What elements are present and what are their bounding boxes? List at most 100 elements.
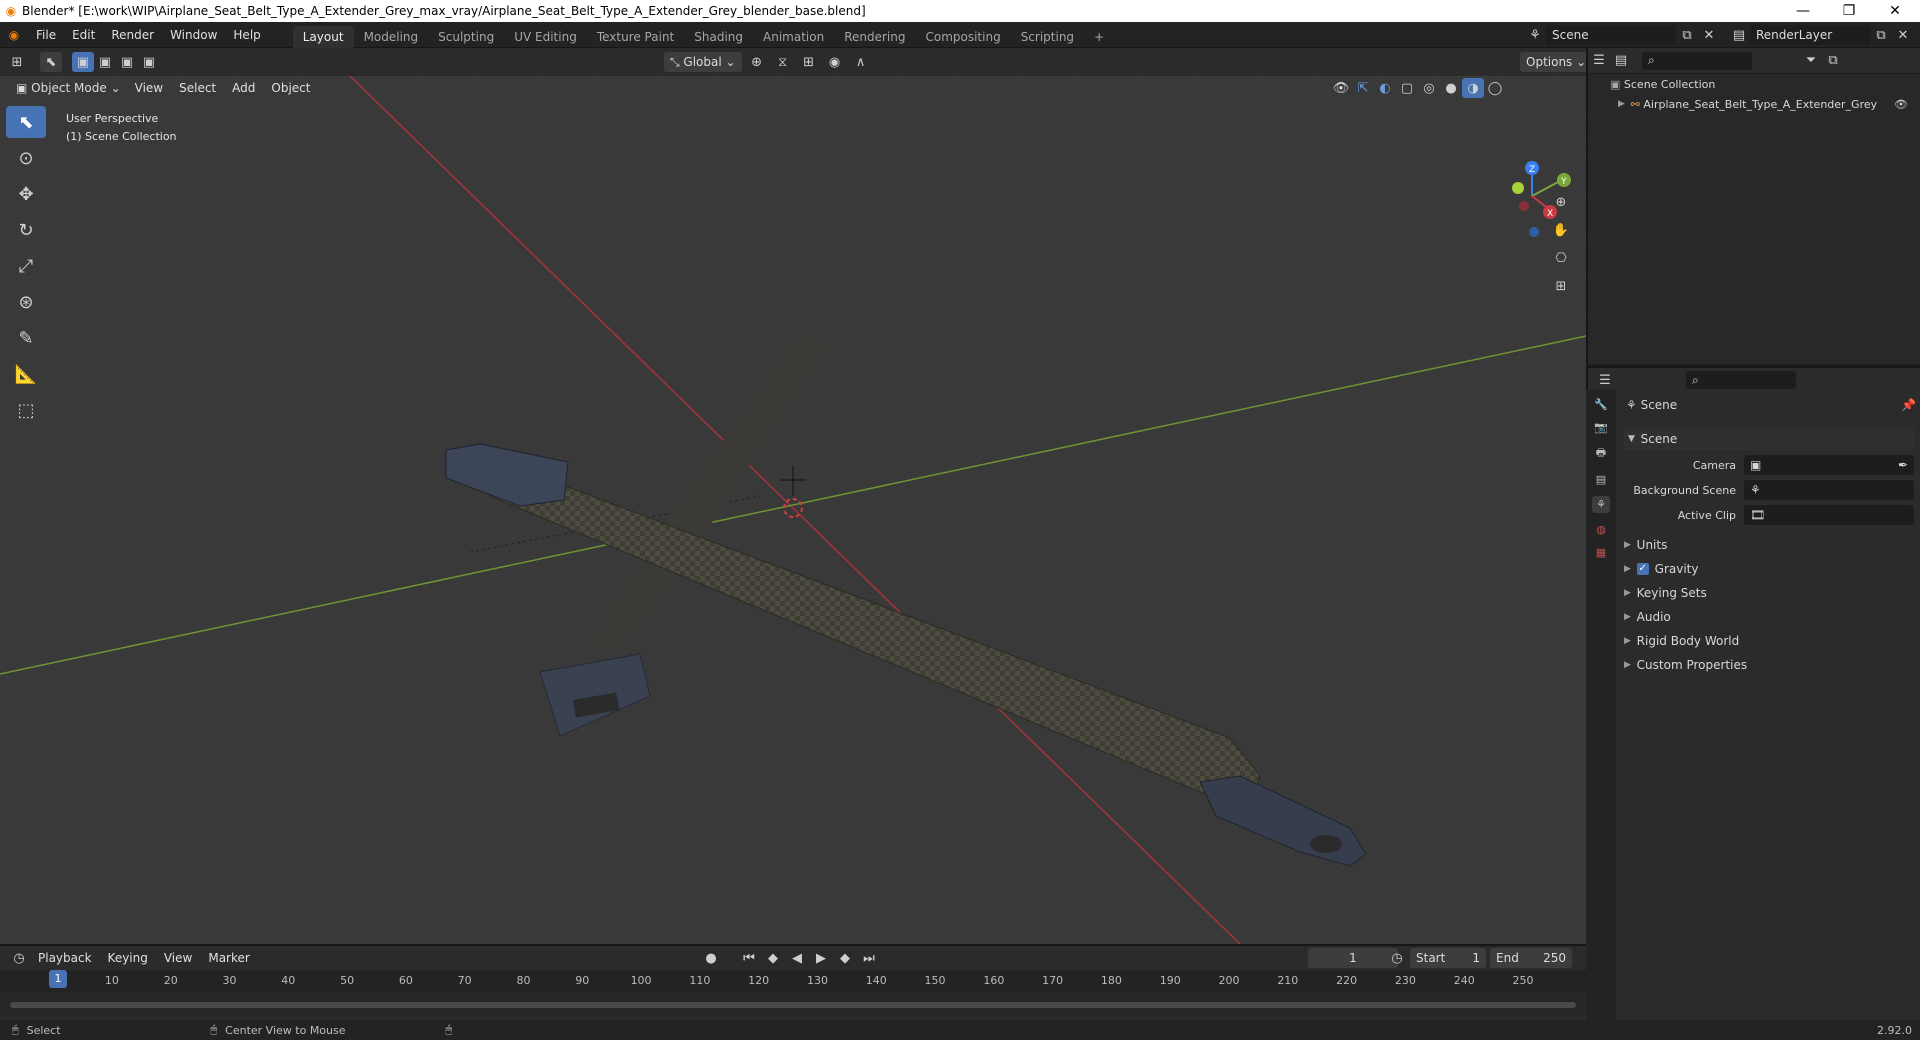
panel-units[interactable]: ▶ Units	[1624, 538, 1667, 552]
scene-section-header[interactable]: ▼ Scene	[1624, 428, 1914, 450]
tool-annotate-icon[interactable]: ✎	[6, 322, 46, 354]
preview-range-icon[interactable]: ◷	[1386, 948, 1408, 968]
view-layer-tab-icon[interactable]: ▤	[1596, 473, 1606, 486]
tab-rendering[interactable]: Rendering	[834, 26, 915, 48]
outliner-type-icon[interactable]: ☰	[1588, 51, 1610, 71]
timeline-ruler[interactable]: 1102030405060708090100110120130140150160…	[0, 970, 1586, 992]
play-reverse-icon[interactable]: ◀	[786, 948, 808, 968]
transform-orientation-dropdown[interactable]: ⤡ Global ⌄	[664, 52, 742, 72]
jump-start-icon[interactable]: ⏮	[738, 948, 760, 968]
tab-compositing[interactable]: Compositing	[915, 26, 1010, 48]
gravity-checkbox[interactable]: ✓	[1636, 563, 1649, 575]
shading-wireframe-icon[interactable]: ◎	[1418, 78, 1440, 98]
start-frame-field[interactable]: Start 1	[1410, 948, 1486, 968]
tab-scripting[interactable]: Scripting	[1011, 26, 1084, 48]
tool-measure-icon[interactable]: 📐	[6, 358, 46, 390]
end-frame-field[interactable]: End 250	[1490, 948, 1572, 968]
panel-gravity[interactable]: ▶ ✓ Gravity	[1624, 562, 1698, 576]
timeline-scrollbar[interactable]	[10, 1002, 1576, 1008]
mode-dropdown[interactable]: ▣ Object Mode ⌄	[10, 78, 127, 98]
options-dropdown[interactable]: Options ⌄	[1520, 52, 1593, 72]
texture-tab-icon[interactable]: ▦	[1596, 546, 1606, 559]
tool-rotate-icon[interactable]: ↻	[6, 214, 46, 246]
view-layer-field[interactable]: RenderLayer	[1750, 25, 1870, 45]
select-tool-icon[interactable]: ⬉	[40, 52, 62, 72]
viewport-menu-select[interactable]: Select	[171, 75, 224, 101]
background-scene-field[interactable]: ⚘	[1744, 480, 1914, 500]
pin-icon[interactable]: 📌	[1901, 398, 1916, 412]
3d-viewport[interactable]: Z Y X User Perspective (1) Scene Collect…	[0, 76, 1586, 944]
viewport-menu-object[interactable]: Object	[263, 75, 318, 101]
menu-file[interactable]: File	[28, 22, 64, 48]
shading-material-icon[interactable]: ◑	[1462, 78, 1484, 98]
record-icon[interactable]: ●	[700, 948, 722, 968]
falloff-icon[interactable]: ∧	[850, 52, 872, 72]
proportional-edit-icon[interactable]: ◉	[824, 52, 846, 72]
viewport-menu-view[interactable]: View	[127, 75, 171, 101]
world-tab-icon[interactable]: ◍	[1596, 523, 1606, 536]
tool-add-cube-icon[interactable]: ⬚	[6, 394, 46, 426]
panel-custom-properties[interactable]: ▶ Custom Properties	[1624, 658, 1747, 672]
active-clip-field[interactable]: 🎞	[1744, 505, 1914, 525]
render-tab-icon[interactable]: 📷	[1594, 421, 1608, 434]
tab-modeling[interactable]: Modeling	[354, 26, 429, 48]
timeline-menu-view[interactable]: View	[156, 945, 200, 971]
jump-end-icon[interactable]: ⏭	[858, 948, 880, 968]
timeline-menu-playback[interactable]: Playback	[30, 945, 100, 971]
tab-sculpting[interactable]: Sculpting	[428, 26, 504, 48]
snap-icon[interactable]: ⧖	[772, 52, 794, 72]
outliner-root-row[interactable]: ▣ Scene Collection	[1588, 74, 1920, 94]
pan-hand-icon[interactable]: ✋	[1550, 220, 1572, 240]
menu-render[interactable]: Render	[103, 22, 162, 48]
menu-edit[interactable]: Edit	[64, 22, 103, 48]
outliner-item[interactable]: ▶ ⚯ Airplane_Seat_Belt_Type_A_Extender_G…	[1588, 94, 1920, 114]
shading-solid-icon[interactable]: ●	[1440, 78, 1462, 98]
maximize-button[interactable]: ❐	[1826, 0, 1872, 22]
delete-view-layer-icon[interactable]: ✕	[1892, 25, 1914, 45]
menu-help[interactable]: Help	[225, 22, 268, 48]
prev-keyframe-icon[interactable]: ◆	[762, 948, 784, 968]
eyedropper-icon[interactable]: ✒	[1898, 458, 1914, 472]
tool-tab-icon[interactable]: 🔧	[1594, 398, 1608, 411]
tab-animation[interactable]: Animation	[753, 26, 834, 48]
panel-keying-sets[interactable]: ▶ Keying Sets	[1624, 586, 1707, 600]
new-scene-icon[interactable]: ⧉	[1676, 25, 1698, 45]
tab-layout[interactable]: Layout	[292, 25, 354, 48]
outliner-search-input[interactable]: ⌕	[1642, 51, 1752, 70]
filter-icon[interactable]: ⏷	[1800, 51, 1822, 71]
zoom-icon[interactable]: ⊕	[1550, 192, 1572, 212]
visibility-icon[interactable]: 👁	[1330, 78, 1352, 98]
panel-audio[interactable]: ▶ Audio	[1624, 610, 1671, 624]
xray-icon[interactable]: ▢	[1396, 78, 1418, 98]
select-subtract-icon[interactable]: ▣	[116, 52, 138, 72]
pivot-icon[interactable]: ⊕	[746, 52, 768, 72]
timeline-menu-keying[interactable]: Keying	[100, 945, 156, 971]
timeline-type-icon[interactable]: ◷	[8, 948, 30, 968]
tool-select-icon[interactable]: ⬉	[6, 106, 46, 138]
playhead[interactable]: 1	[49, 970, 67, 988]
camera-field[interactable]: ▣ ✒	[1744, 455, 1914, 475]
current-frame-field[interactable]: 1	[1308, 948, 1398, 968]
expand-arrow-icon[interactable]: ▶	[1618, 99, 1631, 109]
display-mode-icon[interactable]: ▤	[1610, 51, 1632, 71]
snap-target-icon[interactable]: ⊞	[798, 52, 820, 72]
tool-transform-icon[interactable]: ⊛	[6, 286, 46, 318]
delete-scene-icon[interactable]: ✕	[1698, 25, 1720, 45]
next-keyframe-icon[interactable]: ◆	[834, 948, 856, 968]
view-layer-icon[interactable]: ▤	[1728, 25, 1750, 45]
gizmo-toggle-icon[interactable]: ⇱	[1352, 78, 1374, 98]
tab-uv-editing[interactable]: UV Editing	[504, 26, 587, 48]
shading-rendered-icon[interactable]: ◯	[1484, 78, 1506, 98]
editor-type-icon[interactable]: ⊞	[6, 52, 28, 72]
scene-name-field[interactable]: Scene	[1546, 25, 1676, 45]
play-icon[interactable]: ▶	[810, 948, 832, 968]
add-workspace-icon[interactable]: +	[1084, 26, 1114, 48]
menu-window[interactable]: Window	[162, 22, 225, 48]
tool-move-icon[interactable]: ✥	[6, 178, 46, 210]
select-extend-icon[interactable]: ▣	[94, 52, 116, 72]
camera-view-icon[interactable]: ⎔	[1550, 248, 1572, 268]
eye-visibility-icon[interactable]: 👁	[1894, 98, 1908, 111]
scene-tab-icon[interactable]: ⚘	[1592, 496, 1610, 513]
scene-selector-icon[interactable]: ⚘	[1524, 25, 1546, 45]
properties-type-icon[interactable]: ☰	[1594, 370, 1616, 390]
